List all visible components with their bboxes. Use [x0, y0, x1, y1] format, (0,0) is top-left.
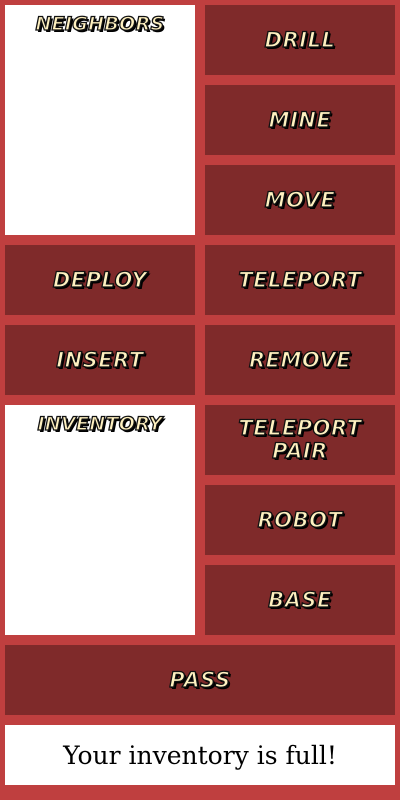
inventory-panel: INVENTORY — [5, 405, 195, 635]
inventory-title: INVENTORY — [37, 413, 163, 435]
teleport-button[interactable]: TELEPORT — [205, 245, 395, 315]
status-bar: Your inventory is full! — [5, 725, 395, 785]
drill-label: DRILL — [264, 27, 336, 52]
teleport-pair-label: TELEPORT PAIR — [238, 416, 362, 463]
insert-button[interactable]: INSERT — [5, 325, 195, 395]
deploy-button[interactable]: DEPLOY — [5, 245, 195, 315]
base-button[interactable]: BASE — [205, 565, 395, 635]
move-label: MOVE — [264, 187, 336, 212]
teleport-pair-button[interactable]: TELEPORT PAIR — [205, 405, 395, 475]
pass-label: PASS — [169, 667, 231, 692]
neighbors-title: NEIGHBORS — [35, 13, 165, 35]
neighbors-panel: NEIGHBORS — [5, 5, 195, 235]
remove-label: REMOVE — [248, 347, 352, 372]
status-message: Your inventory is full! — [63, 740, 337, 770]
pass-button[interactable]: PASS — [5, 645, 395, 715]
teleport-label: TELEPORT — [238, 267, 362, 292]
mine-label: MINE — [268, 107, 332, 132]
insert-label: INSERT — [56, 347, 144, 372]
mine-button[interactable]: MINE — [205, 85, 395, 155]
base-label: BASE — [267, 587, 332, 612]
deploy-label: DEPLOY — [52, 267, 148, 292]
move-button[interactable]: MOVE — [205, 165, 395, 235]
drill-button[interactable]: DRILL — [205, 5, 395, 75]
robot-button[interactable]: ROBOT — [205, 485, 395, 555]
remove-button[interactable]: REMOVE — [205, 325, 395, 395]
robot-label: ROBOT — [257, 507, 343, 532]
